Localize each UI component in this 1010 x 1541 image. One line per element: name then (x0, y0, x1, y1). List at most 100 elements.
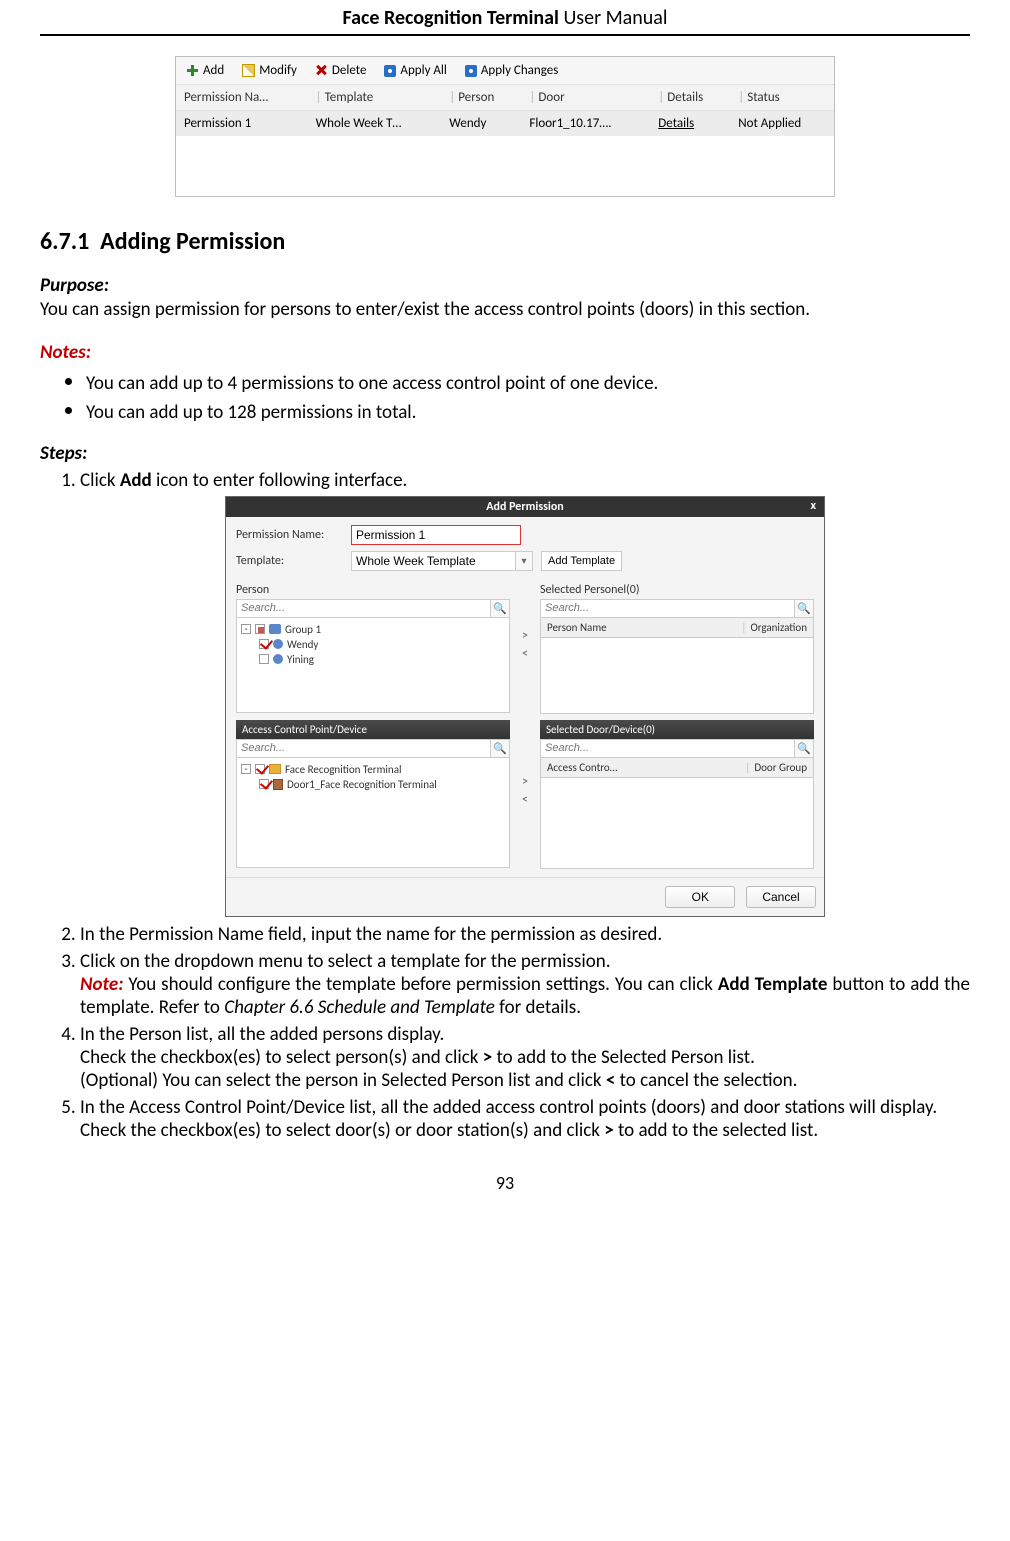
move-left-button[interactable]: < (522, 793, 528, 807)
move-right-button[interactable]: > (522, 629, 528, 643)
col-details[interactable]: |Details (650, 85, 730, 111)
acp-section-label: Access Control Point/Device (236, 720, 510, 739)
steps-label: Steps: (40, 442, 970, 465)
step-4: In the Person list, all the added person… (80, 1023, 970, 1092)
step-5: In the Access Control Point/Device list,… (80, 1096, 970, 1142)
move-left-button[interactable]: < (522, 647, 528, 661)
close-icon[interactable]: x (810, 499, 816, 513)
notes-label: Notes: (40, 341, 970, 364)
person-tree: -Group 1 Wendy Yining (236, 618, 510, 713)
header-rest: User Manual (559, 6, 668, 30)
cancel-button[interactable]: Cancel (746, 886, 816, 908)
selected-door-header: Access Contro…|Door Group (540, 758, 814, 778)
col-template[interactable]: |Template (308, 85, 442, 111)
col-door[interactable]: |Door (521, 85, 650, 111)
group-icon (269, 624, 281, 634)
apply-all-button[interactable]: Apply All (384, 63, 446, 78)
person-search-input[interactable] (236, 599, 491, 618)
tree-device[interactable]: -Face Recognition Terminal (241, 762, 505, 777)
pencil-icon (242, 64, 255, 77)
cell-permission-name: Permission 1 (176, 111, 308, 137)
folder-icon (269, 764, 281, 774)
permission-toolbar: Add Modify Delete Apply All Apply Change… (176, 57, 834, 85)
purpose-label: Purpose: (40, 274, 970, 297)
page-header: Face Recognition Terminal User Manual (40, 0, 970, 36)
col-person[interactable]: |Person (441, 85, 521, 111)
selected-door-list (540, 778, 814, 869)
modify-button[interactable]: Modify (242, 63, 297, 78)
header-bold: Face Recognition Terminal (343, 6, 559, 30)
collapse-icon[interactable]: - (241, 764, 251, 774)
permission-table: Permission Na… |Template |Person |Door |… (176, 85, 834, 136)
cell-door: Floor1_10.17…. (521, 111, 650, 137)
step-2: In the Permission Name field, input the … (80, 923, 970, 946)
section-heading: 6.7.1 Adding Permission (40, 227, 970, 256)
modify-label: Modify (259, 63, 297, 78)
delete-label: Delete (332, 63, 367, 78)
note-item: You can add up to 128 permissions in tot… (86, 397, 970, 424)
checkbox-icon[interactable] (259, 639, 269, 649)
acp-tree: -Face Recognition Terminal Door1_Face Re… (236, 758, 510, 868)
search-icon[interactable]: 🔍 (795, 599, 814, 618)
tree-door[interactable]: Door1_Face Recognition Terminal (241, 777, 505, 792)
steps-list: Click Add icon to enter following interf… (40, 469, 970, 1142)
plus-icon (186, 64, 199, 77)
selected-door-label: Selected Door/Device(0) (540, 720, 814, 739)
note-item: You can add up to 4 permissions to one a… (86, 368, 970, 395)
checkbox-icon[interactable] (255, 624, 265, 634)
dialog-titlebar: Add Permission x (226, 497, 824, 517)
selected-person-search-input[interactable] (540, 599, 795, 618)
col-status[interactable]: |Status (730, 85, 834, 111)
template-select[interactable] (351, 551, 516, 571)
template-label: Template: (236, 554, 351, 568)
search-icon[interactable]: 🔍 (491, 739, 510, 758)
checkbox-icon[interactable] (255, 764, 265, 774)
collapse-icon[interactable]: - (241, 624, 251, 634)
chevron-down-icon[interactable]: ▾ (516, 551, 533, 571)
table-blank-area (176, 136, 834, 196)
person-icon (273, 654, 283, 664)
permission-table-figure: Add Modify Delete Apply All Apply Change… (175, 56, 835, 197)
cell-person: Wendy (441, 111, 521, 137)
person-section-label: Person (236, 583, 510, 597)
ok-button[interactable]: OK (665, 886, 735, 908)
apply-changes-label: Apply Changes (481, 63, 558, 78)
search-icon[interactable]: 🔍 (795, 739, 814, 758)
add-button[interactable]: Add (186, 63, 224, 78)
section-title: Adding Permission (100, 227, 285, 256)
checkbox-icon[interactable] (259, 779, 269, 789)
table-row[interactable]: Permission 1 Whole Week T… Wendy Floor1_… (176, 111, 834, 137)
selected-person-list (540, 638, 814, 714)
selected-person-label: Selected Personel(0) (540, 583, 814, 597)
person-icon (273, 639, 283, 649)
apply-all-label: Apply All (400, 63, 446, 78)
permission-name-input[interactable] (351, 525, 521, 545)
selected-door-search-input[interactable] (540, 739, 795, 758)
purpose-text: You can assign permission for persons to… (40, 297, 970, 323)
add-permission-dialog: Add Permission x Permission Name: Templa… (225, 496, 825, 917)
door-icon (273, 779, 283, 790)
permission-name-label: Permission Name: (236, 528, 351, 542)
apply-icon (384, 65, 396, 77)
add-label: Add (203, 63, 224, 78)
page-number: 93 (40, 1172, 970, 1194)
x-icon (315, 64, 328, 77)
checkbox-icon[interactable] (259, 654, 269, 664)
delete-button[interactable]: Delete (315, 63, 367, 78)
apply-changes-button[interactable]: Apply Changes (465, 63, 558, 78)
move-right-button[interactable]: > (522, 775, 528, 789)
inline-note-label: Note: (80, 973, 123, 996)
apply-icon (465, 65, 477, 77)
cell-details-link[interactable]: Details (650, 111, 730, 137)
col-permission-name[interactable]: Permission Na… (176, 85, 308, 111)
search-icon[interactable]: 🔍 (491, 599, 510, 618)
dialog-footer: OK Cancel (226, 877, 824, 916)
section-number: 6.7.1 (40, 227, 89, 256)
add-template-button[interactable]: Add Template (541, 551, 622, 571)
step-1: Click Add icon to enter following interf… (80, 469, 970, 917)
tree-group[interactable]: -Group 1 (241, 622, 505, 637)
tree-person[interactable]: Yining (241, 652, 505, 667)
step-3: Click on the dropdown menu to select a t… (80, 950, 970, 1019)
acp-search-input[interactable] (236, 739, 491, 758)
tree-person[interactable]: Wendy (241, 637, 505, 652)
